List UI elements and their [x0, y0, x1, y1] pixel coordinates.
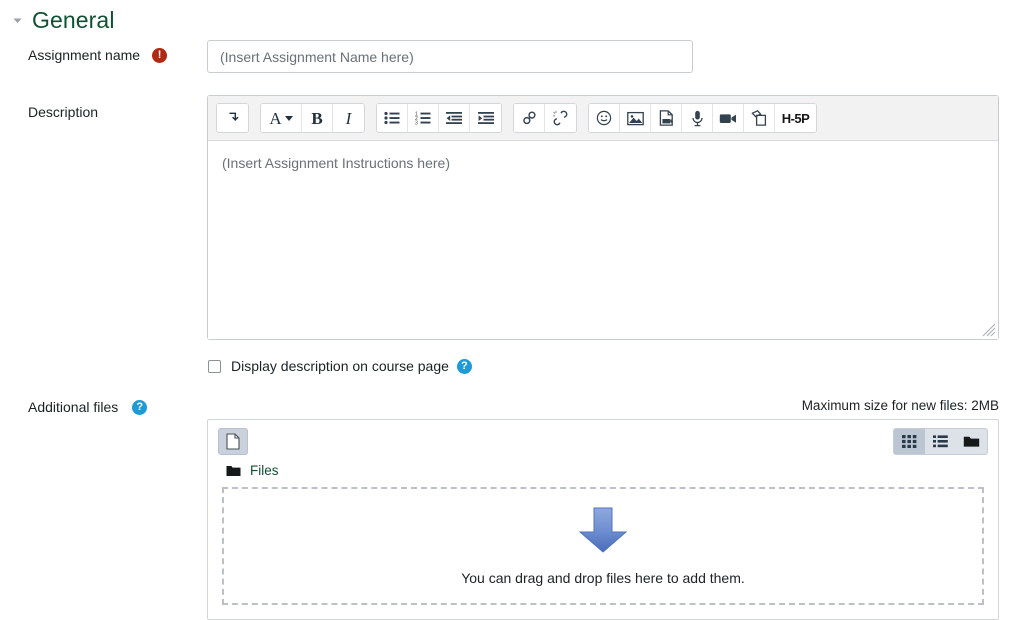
form-row-assignment-name: Assignment name !	[0, 40, 1025, 73]
form-row-additional-files: Additional files ? Maximum size for new …	[0, 398, 1025, 620]
toolbar-group-lists: 1 2 3	[376, 103, 502, 133]
video-camera-icon[interactable]	[713, 104, 744, 132]
description-label: Description	[28, 104, 99, 120]
smiley-face-icon[interactable]	[589, 104, 620, 132]
file-breadcrumb: Files	[208, 461, 998, 487]
outdent-button[interactable]	[439, 104, 470, 132]
file-manager: Files You can drag and drop files here t…	[207, 419, 999, 620]
assignment-name-input[interactable]	[207, 40, 693, 73]
toolbar-group-media: H-5P	[588, 103, 817, 133]
max-upload-size-note: Maximum size for new files: 2MB	[801, 398, 999, 413]
editor-toolbar: A B I 1 2 3 H-5P	[208, 96, 998, 141]
description-textarea[interactable]	[208, 141, 998, 339]
editor-body	[208, 141, 998, 339]
file-manager-toolbar	[208, 420, 998, 461]
view-tree-button[interactable]	[956, 429, 987, 454]
show-more-toolbar-button[interactable]	[217, 104, 248, 132]
required-exclamation-icon: !	[152, 47, 168, 63]
unlink-button[interactable]	[545, 104, 576, 132]
h5p-icon[interactable]: H-5P	[775, 104, 816, 132]
caret-down-icon[interactable]	[8, 11, 26, 29]
file-dropzone[interactable]: You can drag and drop files here to add …	[222, 487, 984, 605]
view-grid-button[interactable]	[894, 429, 925, 454]
section-header-general: General	[0, 0, 1025, 36]
additional-files-field-cell: Maximum size for new files: 2MB Files Yo…	[207, 398, 1025, 620]
help-question-icon[interactable]: ?	[456, 358, 472, 374]
unordered-list-button[interactable]	[377, 104, 408, 132]
assignment-name-label-cell: Assignment name !	[0, 40, 207, 64]
additional-files-label: Additional files	[28, 399, 119, 415]
blue-down-arrow-icon	[578, 507, 628, 553]
toolbar-group-style: A B I	[260, 103, 365, 133]
microphone-icon[interactable]	[682, 104, 713, 132]
additional-files-label-cell: Additional files ?	[0, 398, 207, 416]
rich-text-editor: A B I 1 2 3 H-5P (Insert Assignment Inst…	[207, 95, 999, 340]
toolbar-group-links	[513, 103, 577, 133]
page-title: General	[32, 7, 115, 33]
assignment-name-label: Assignment name	[28, 47, 141, 63]
display-description-label[interactable]: Display description on course page	[231, 358, 449, 374]
description-label-cell: Description	[0, 95, 207, 121]
description-field-cell: A B I 1 2 3 H-5P (Insert Assignment Inst…	[207, 95, 1025, 374]
dropzone-text: You can drag and drop files here to add …	[461, 570, 745, 586]
view-list-button[interactable]	[925, 429, 956, 454]
svg-text:3: 3	[415, 120, 418, 125]
help-question-icon[interactable]: ?	[132, 399, 148, 415]
font-style-button[interactable]: A	[261, 104, 302, 132]
indent-button[interactable]	[470, 104, 501, 132]
link-button[interactable]	[514, 104, 545, 132]
folder-icon	[226, 465, 241, 476]
form-row-description: Description A B I 1 2 3 H-5P (Insert Ass…	[0, 95, 1025, 374]
bold-button[interactable]: B	[302, 104, 333, 132]
breadcrumb-files[interactable]: Files	[250, 463, 279, 478]
italic-button[interactable]: I	[333, 104, 364, 132]
media-file-icon[interactable]	[651, 104, 682, 132]
add-file-button[interactable]	[218, 428, 248, 455]
toolbar-group-expand	[216, 103, 249, 133]
assignment-name-field-cell	[207, 40, 1025, 73]
copy-files-icon[interactable]	[744, 104, 775, 132]
chevron-down-icon	[284, 115, 293, 121]
display-description-checkbox[interactable]	[208, 359, 221, 373]
image-picture-icon[interactable]	[620, 104, 651, 132]
display-description-row: Display description on course page ?	[207, 358, 1001, 374]
file-view-toggle-group	[893, 428, 988, 455]
ordered-list-button[interactable]: 1 2 3	[408, 104, 439, 132]
